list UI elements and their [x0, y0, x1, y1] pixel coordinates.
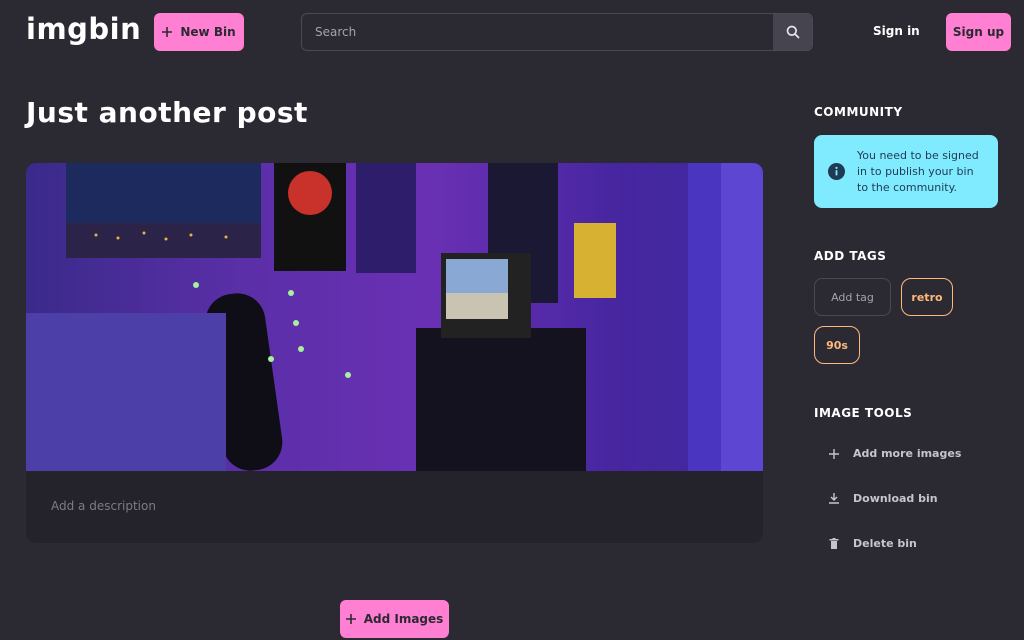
search-bar [301, 13, 813, 51]
add-images-label: Add Images [363, 612, 444, 626]
new-bin-label: New Bin [180, 25, 236, 39]
image-card: Add a description [26, 163, 763, 543]
search-icon [786, 25, 800, 39]
sign-up-button[interactable]: Sign up [946, 13, 1011, 51]
add-tags-heading: ADD TAGS [814, 249, 887, 263]
community-heading: COMMUNITY [814, 105, 903, 119]
add-images-button[interactable]: Add Images [340, 600, 449, 638]
new-bin-button[interactable]: New Bin [154, 13, 244, 51]
add-more-images-label: Add more images [853, 447, 962, 460]
download-icon [828, 493, 840, 505]
logo[interactable]: imgbin [26, 12, 141, 46]
tag-retro[interactable]: retro [901, 278, 953, 316]
community-notice: You need to be signed in to publish your… [814, 135, 998, 208]
download-bin-label: Download bin [853, 492, 938, 505]
search-button[interactable] [773, 14, 812, 50]
trash-icon [828, 538, 840, 550]
image-tools-heading: IMAGE TOOLS [814, 406, 913, 420]
retro-room-image [26, 163, 763, 473]
plus-icon [345, 614, 356, 624]
page-title: Just another post [26, 96, 308, 129]
plus-icon [828, 448, 840, 460]
sign-in-link[interactable]: Sign in [873, 24, 920, 38]
search-input[interactable] [302, 14, 773, 50]
delete-bin-button[interactable]: Delete bin [828, 537, 917, 550]
add-tag-input[interactable]: Add tag [814, 278, 891, 316]
plus-icon [162, 27, 173, 37]
info-icon [828, 163, 845, 180]
description-input[interactable]: Add a description [51, 499, 156, 513]
download-bin-button[interactable]: Download bin [828, 492, 938, 505]
tag-90s[interactable]: 90s [814, 326, 860, 364]
top-bar: imgbin New Bin Sign in Sign up [0, 0, 1024, 64]
community-notice-text: You need to be signed in to publish your… [857, 148, 979, 194]
delete-bin-label: Delete bin [853, 537, 917, 550]
add-more-images-button[interactable]: Add more images [828, 447, 961, 460]
bin-image[interactable] [26, 163, 763, 473]
